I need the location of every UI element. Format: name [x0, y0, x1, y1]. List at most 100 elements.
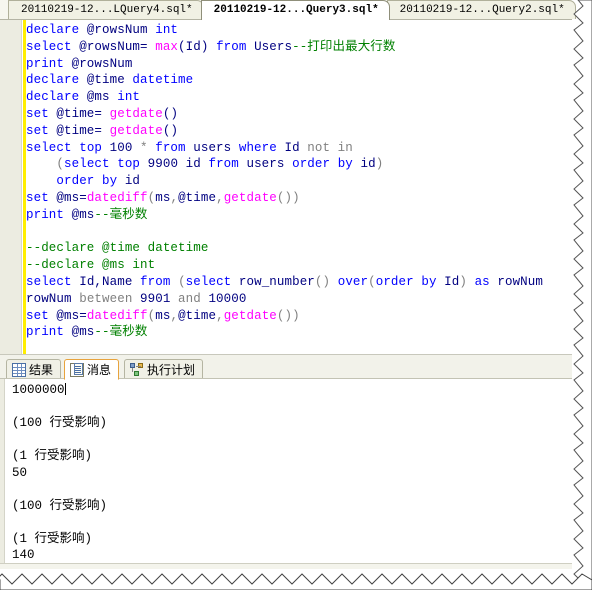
- code-token: users: [193, 140, 239, 155]
- query-editor-window: 20110219-12...LQuery4.sql* 20110219-12...…: [0, 0, 592, 590]
- code-token: (): [162, 106, 179, 121]
- code-token: int: [155, 23, 179, 37]
- code-token: set: [26, 123, 57, 138]
- code-token: ms: [155, 190, 171, 205]
- code-token: *: [140, 140, 156, 155]
- code-token: --declare @time datetime: [26, 241, 209, 256]
- code-token: from: [140, 274, 179, 289]
- code-token: Users: [254, 39, 293, 54]
- code-token: order by: [56, 174, 125, 189]
- code-token: Id: [444, 274, 460, 289]
- messages-text[interactable]: 1000000 (100 行受影响) (1 行受影响) 50 (100 行受影响…: [12, 382, 566, 563]
- document-tab-label: 20110219-12...Query3.sql*: [213, 4, 379, 16]
- code-token: =: [79, 308, 87, 323]
- code-token: ()): [276, 308, 300, 323]
- code-line-11: set @ms=datediff(ms,@time,getdate()): [26, 190, 572, 207]
- code-token: top: [117, 157, 148, 172]
- code-token: between: [79, 291, 141, 306]
- document-tab-3[interactable]: 20110219-12...Query2.sql*: [386, 0, 576, 19]
- code-token: @ms: [56, 308, 80, 323]
- code-line-5: declare @ms int: [26, 89, 572, 106]
- torn-edge-right-svg: [573, 0, 592, 590]
- code-token: @ms: [86, 90, 118, 105]
- code-token: set: [26, 106, 57, 121]
- code-token: getdate: [109, 106, 163, 121]
- code-token: 9901: [140, 291, 179, 306]
- code-token: @rowsNum: [86, 23, 156, 37]
- code-token: @ms: [71, 207, 95, 222]
- code-token: rowNum: [497, 274, 543, 289]
- code-line-14: --declare @time datetime: [26, 240, 572, 257]
- code-token: order by: [375, 274, 445, 289]
- code-token: =: [94, 123, 110, 138]
- code-token: @rowsNum: [71, 56, 133, 71]
- code-token: set: [26, 308, 57, 323]
- code-token: =: [94, 106, 110, 121]
- document-tab-list: 20110219-12...LQuery4.sql* 20110219-12...…: [0, 0, 576, 20]
- code-token: (: [26, 157, 65, 172]
- messages-remaining-lines: (100 行受影响) (1 行受影响) 50 (100 行受影响) (1 行受影…: [12, 416, 108, 562]
- code-token: =: [79, 190, 87, 205]
- message-icon: [70, 362, 84, 377]
- code-token: id: [124, 174, 141, 189]
- code-token: ,: [170, 190, 179, 205]
- sql-code-editor[interactable]: declare @rowsNum int select @rowsNum= max…: [0, 20, 572, 354]
- code-line-15: --declare @ms int: [26, 257, 572, 274]
- code-token: over: [337, 274, 369, 289]
- code-token: (: [178, 274, 186, 289]
- code-token: from: [216, 39, 255, 54]
- code-token: select: [26, 39, 80, 54]
- status-strip: [0, 563, 572, 569]
- code-token: @time: [56, 106, 95, 121]
- document-tab-strip: 20110219-12...LQuery4.sql* 20110219-12...…: [0, 0, 576, 20]
- code-token: (): [314, 274, 338, 289]
- code-token: from: [208, 157, 247, 172]
- code-line-17: rowNum between 9901 and 10000: [26, 291, 572, 308]
- torn-edge-right: [570, 0, 592, 590]
- code-token: where: [238, 140, 285, 155]
- code-token: and: [178, 291, 209, 306]
- code-token: getdate: [109, 123, 163, 138]
- tab-messages[interactable]: 消息: [64, 359, 120, 380]
- code-token: ): [375, 157, 384, 172]
- code-token: rowNum: [26, 291, 80, 306]
- code-line-1: declare @rowsNum int: [26, 22, 572, 39]
- code-line-4: declare @time datetime: [26, 72, 572, 89]
- document-tab-2[interactable]: 20110219-12...Query3.sql*: [200, 0, 390, 20]
- sql-code-text[interactable]: declare @rowsNum int select @rowsNum= max…: [26, 22, 572, 341]
- code-token: users: [246, 157, 293, 172]
- tab-execution-plan-label: 执行计划: [147, 362, 196, 377]
- messages-output-pane[interactable]: 1000000 (100 行受影响) (1 行受影响) 50 (100 行受影响…: [0, 378, 572, 563]
- code-token: 100: [109, 140, 141, 155]
- code-token: Id,: [79, 274, 103, 289]
- code-token: as: [474, 274, 498, 289]
- code-token: ,: [216, 308, 224, 323]
- code-token: print: [26, 207, 72, 222]
- code-token: print: [26, 56, 72, 71]
- code-token: Id: [284, 140, 308, 155]
- code-token: declare: [26, 90, 87, 105]
- messages-first-line: 1000000: [12, 383, 65, 397]
- document-tab-1[interactable]: 20110219-12...LQuery4.sql*: [8, 0, 204, 19]
- messages-text-content: 1000000 (100 行受影响) (1 行受影响) 50 (100 行受影响…: [12, 383, 107, 562]
- code-token: --打印出最大行数: [292, 39, 396, 54]
- code-line-19: print @ms--毫秒数: [26, 324, 572, 341]
- code-token: select: [26, 140, 80, 155]
- code-token: id: [185, 157, 209, 172]
- code-token: (Id): [178, 39, 217, 54]
- tab-messages-label: 消息: [87, 362, 112, 377]
- code-token: --declare @ms int: [26, 258, 156, 273]
- messages-gutter: [0, 379, 5, 563]
- code-token: getdate: [223, 308, 277, 323]
- code-token: select: [185, 274, 239, 289]
- code-token: ms: [155, 308, 171, 323]
- code-token: @time: [178, 308, 217, 323]
- code-token: set: [26, 190, 57, 205]
- tab-results[interactable]: 结果: [6, 359, 62, 378]
- tab-execution-plan[interactable]: 执行计划: [124, 359, 204, 378]
- editor-gutter: [0, 20, 22, 354]
- code-line-18: set @ms=datediff(ms,@time,getdate()): [26, 308, 572, 325]
- code-token: from: [155, 140, 194, 155]
